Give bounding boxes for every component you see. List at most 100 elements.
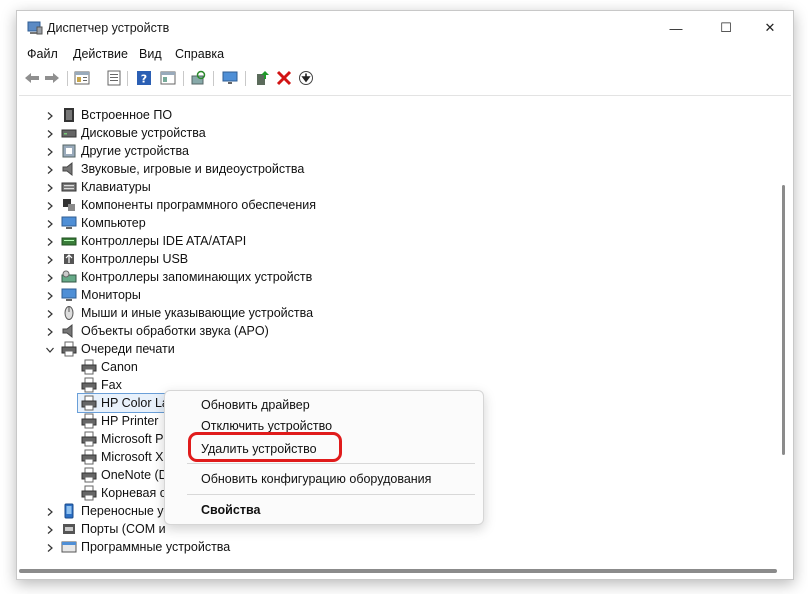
update-driver-icon[interactable] <box>253 69 271 87</box>
toolbar: ? <box>17 66 793 91</box>
tree-category[interactable]: Контроллеры USB <box>19 250 779 268</box>
chevron-right-icon[interactable] <box>45 272 55 282</box>
chevron-right-icon[interactable] <box>45 182 55 192</box>
title-bar: Диспетчер устройств — ☐ ✕ <box>17 11 793 45</box>
tree-item-label: Программные устройства <box>81 540 231 554</box>
vertical-scrollbar-thumb[interactable] <box>782 185 785 455</box>
menu-file[interactable]: Файл <box>27 47 58 61</box>
tree-category[interactable]: Клавиатуры <box>19 178 779 196</box>
tree-item-label: Мыши и иные указывающие устройства <box>81 306 314 320</box>
chevron-right-icon[interactable] <box>45 200 55 210</box>
tree-item-label: Microsoft XF <box>101 450 172 464</box>
tree-category[interactable]: Компьютер <box>19 214 779 232</box>
tree-category[interactable]: Звуковые, игровые и видеоустройства <box>19 160 779 178</box>
chevron-right-icon[interactable] <box>45 524 55 534</box>
device-manager-icon <box>27 20 43 36</box>
chevron-right-icon[interactable] <box>45 326 55 336</box>
tree-item-label: Microsoft Pr <box>101 432 168 446</box>
chevron-right-icon[interactable] <box>45 164 55 174</box>
disable-down-icon[interactable] <box>297 69 315 87</box>
tree-item-label: HP Color La <box>101 396 169 410</box>
chevron-right-icon[interactable] <box>45 218 55 228</box>
tree-device[interactable]: Canon <box>19 358 779 376</box>
chevron-right-icon[interactable] <box>45 236 55 246</box>
minimize-button[interactable]: — <box>653 11 699 45</box>
scan-hardware-menu-item[interactable]: Обновить конфигурацию оборудования <box>201 472 431 486</box>
ide-controller-icon <box>61 233 77 249</box>
tree-item-label: Порты (COM и <box>81 522 166 536</box>
context-menu-separator <box>187 494 475 495</box>
horizontal-scrollbar-thumb[interactable] <box>19 569 777 573</box>
chevron-right-icon[interactable] <box>45 542 55 552</box>
menu-bar: Файл Действие Вид Справка <box>17 45 793 65</box>
tree-category[interactable]: Контроллеры запоминающих устройств <box>19 268 779 286</box>
menu-help[interactable]: Справка <box>175 47 224 61</box>
disable-device-menu-item[interactable]: Отключить устройство <box>201 419 332 433</box>
toolbar-separator <box>127 71 128 86</box>
forward-arrow-icon[interactable] <box>43 69 61 87</box>
processor-icon <box>61 557 77 558</box>
printer-icon <box>81 359 97 375</box>
properties-menu-item[interactable]: Свойства <box>201 503 260 517</box>
tree-category[interactable]: Процессоры <box>19 556 779 558</box>
chevron-right-icon[interactable] <box>45 308 55 318</box>
tree-item-label: Компоненты программного обеспечения <box>81 198 316 212</box>
tree-item-label: Контроллеры IDE ATA/ATAPI <box>81 234 247 248</box>
computer-icon <box>61 215 77 231</box>
monitor-icon[interactable] <box>221 69 239 87</box>
context-menu-separator <box>187 463 475 464</box>
tree-category[interactable]: Очереди печати <box>19 340 779 358</box>
toolbar-separator <box>183 71 184 86</box>
tree-item-label: Другие устройства <box>81 144 189 158</box>
tree-category[interactable]: Контроллеры IDE ATA/ATAPI <box>19 232 779 250</box>
back-arrow-icon[interactable] <box>23 69 41 87</box>
close-button[interactable]: ✕ <box>747 11 793 45</box>
tree-category[interactable]: Мониторы <box>19 286 779 304</box>
chevron-right-icon[interactable] <box>45 254 55 264</box>
uninstall-x-icon[interactable] <box>275 69 293 87</box>
disk-drive-icon <box>61 125 77 141</box>
chevron-right-icon[interactable] <box>45 110 55 120</box>
tree-category[interactable]: Встроенное ПО <box>19 106 779 124</box>
toolbar-separator <box>67 71 68 86</box>
chevron-right-icon[interactable] <box>45 506 55 516</box>
menu-action[interactable]: Действие <box>73 47 128 61</box>
properties-icon[interactable] <box>73 69 91 87</box>
printer-icon <box>81 395 97 411</box>
tree-category[interactable]: Дисковые устройства <box>19 124 779 142</box>
view-icon[interactable] <box>159 69 177 87</box>
horizontal-scrollbar[interactable] <box>19 563 777 575</box>
tree-item-label: Переносные ус <box>81 504 170 518</box>
scan-hardware-icon[interactable] <box>189 69 207 87</box>
tree-category[interactable]: Компоненты программного обеспечения <box>19 196 779 214</box>
tree-category[interactable]: Другие устройства <box>19 142 779 160</box>
tree-category[interactable]: Мыши и иные указывающие устройства <box>19 304 779 322</box>
firmware-icon <box>61 107 77 123</box>
tree-item-label: Корневая о <box>101 486 167 500</box>
portable-device-icon <box>61 503 77 519</box>
mouse-icon <box>61 305 77 321</box>
help-icon[interactable]: ? <box>135 69 153 87</box>
software-component-icon <box>61 197 77 213</box>
update-driver-menu-item[interactable]: Обновить драйвер <box>201 398 310 412</box>
audio-apo-icon <box>61 323 77 339</box>
printer-icon <box>81 431 97 447</box>
tree-item-label: Fax <box>101 378 122 392</box>
chevron-down-icon[interactable] <box>45 344 55 354</box>
vertical-scrollbar[interactable] <box>779 95 791 557</box>
tree-category[interactable]: Программные устройства <box>19 538 779 556</box>
details-icon[interactable] <box>105 69 123 87</box>
chevron-right-icon[interactable] <box>45 146 55 156</box>
printer-icon <box>81 413 97 429</box>
printer-icon <box>61 341 77 357</box>
chevron-right-icon[interactable] <box>45 128 55 138</box>
printer-icon <box>81 377 97 393</box>
tree-item-label: Встроенное ПО <box>81 108 173 122</box>
tree-category[interactable]: Объекты обработки звука (APO) <box>19 322 779 340</box>
maximize-button[interactable]: ☐ <box>703 11 749 45</box>
window-title: Диспетчер устройств <box>47 21 170 35</box>
menu-view[interactable]: Вид <box>139 47 162 61</box>
software-device-icon <box>61 539 77 555</box>
chevron-right-icon[interactable] <box>45 290 55 300</box>
tree-item-label: Контроллеры запоминающих устройств <box>81 270 313 284</box>
